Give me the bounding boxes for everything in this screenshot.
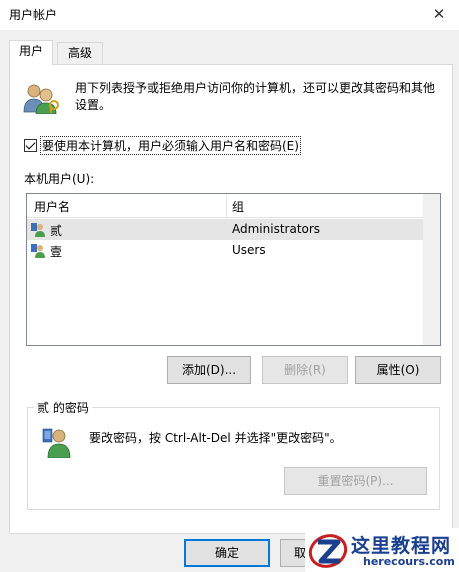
user-key-icon [42,428,71,458]
title-bar: 用户帐户 ✕ [0,0,459,30]
user-group: Administrators [232,222,321,236]
intro-text: 用下列表授予或拒绝用户访问你的计算机，还可以更改其密码和其他设置。 [75,81,436,112]
window-title: 用户帐户 [9,8,58,22]
user-group: Users [232,243,266,257]
user-name: 贰 [50,224,63,238]
column-header-group[interactable]: 组 [232,198,244,215]
column-header-name[interactable]: 用户名 [34,198,70,215]
watermark: 这里教程网 herecours.com [305,528,459,572]
tab-advanced[interactable]: 高级 [57,42,103,64]
password-group-title: 贰 的密码 [34,399,92,416]
watermark-english: herecours.com [363,555,455,568]
require-login-row[interactable]: 要使用本计算机，用户必须输入用户名和密码(E) [24,135,301,155]
ok-button[interactable]: 确定 [184,539,270,567]
local-users-label: 本机用户(U): [24,172,95,186]
password-instruction: 要改密码，按 Ctrl-Alt-Del 并选择"更改密码"。 [89,431,342,445]
users-list[interactable]: 用户名 组 贰 Administrators 壹 Users [26,193,441,346]
remove-button[interactable]: 删除(R) [262,356,348,384]
close-button[interactable]: ✕ [419,0,459,30]
reset-password-button[interactable]: 重置密码(P)... [284,467,427,495]
column-divider[interactable] [226,194,227,218]
properties-button[interactable]: 属性(O) [355,356,441,384]
user-icon [31,223,45,237]
tab-users[interactable]: 用户 [9,40,53,65]
watermark-chinese: 这里教程网 [351,535,452,557]
require-login-checkbox[interactable] [24,138,37,152]
user-icon [31,244,45,258]
require-login-label[interactable]: 要使用本计算机，用户必须输入用户名和密码(E) [40,135,301,155]
user-row[interactable]: 贰 Administrators [27,219,424,240]
user-row[interactable]: 壹 Users [27,240,424,261]
watermark-logo-icon [308,534,348,568]
user-name: 壹 [50,245,63,259]
list-header: 用户名 组 [27,194,440,218]
add-button[interactable]: 添加(D)... [167,356,251,384]
users-icon [23,84,59,114]
list-scrollbar[interactable] [423,194,440,345]
